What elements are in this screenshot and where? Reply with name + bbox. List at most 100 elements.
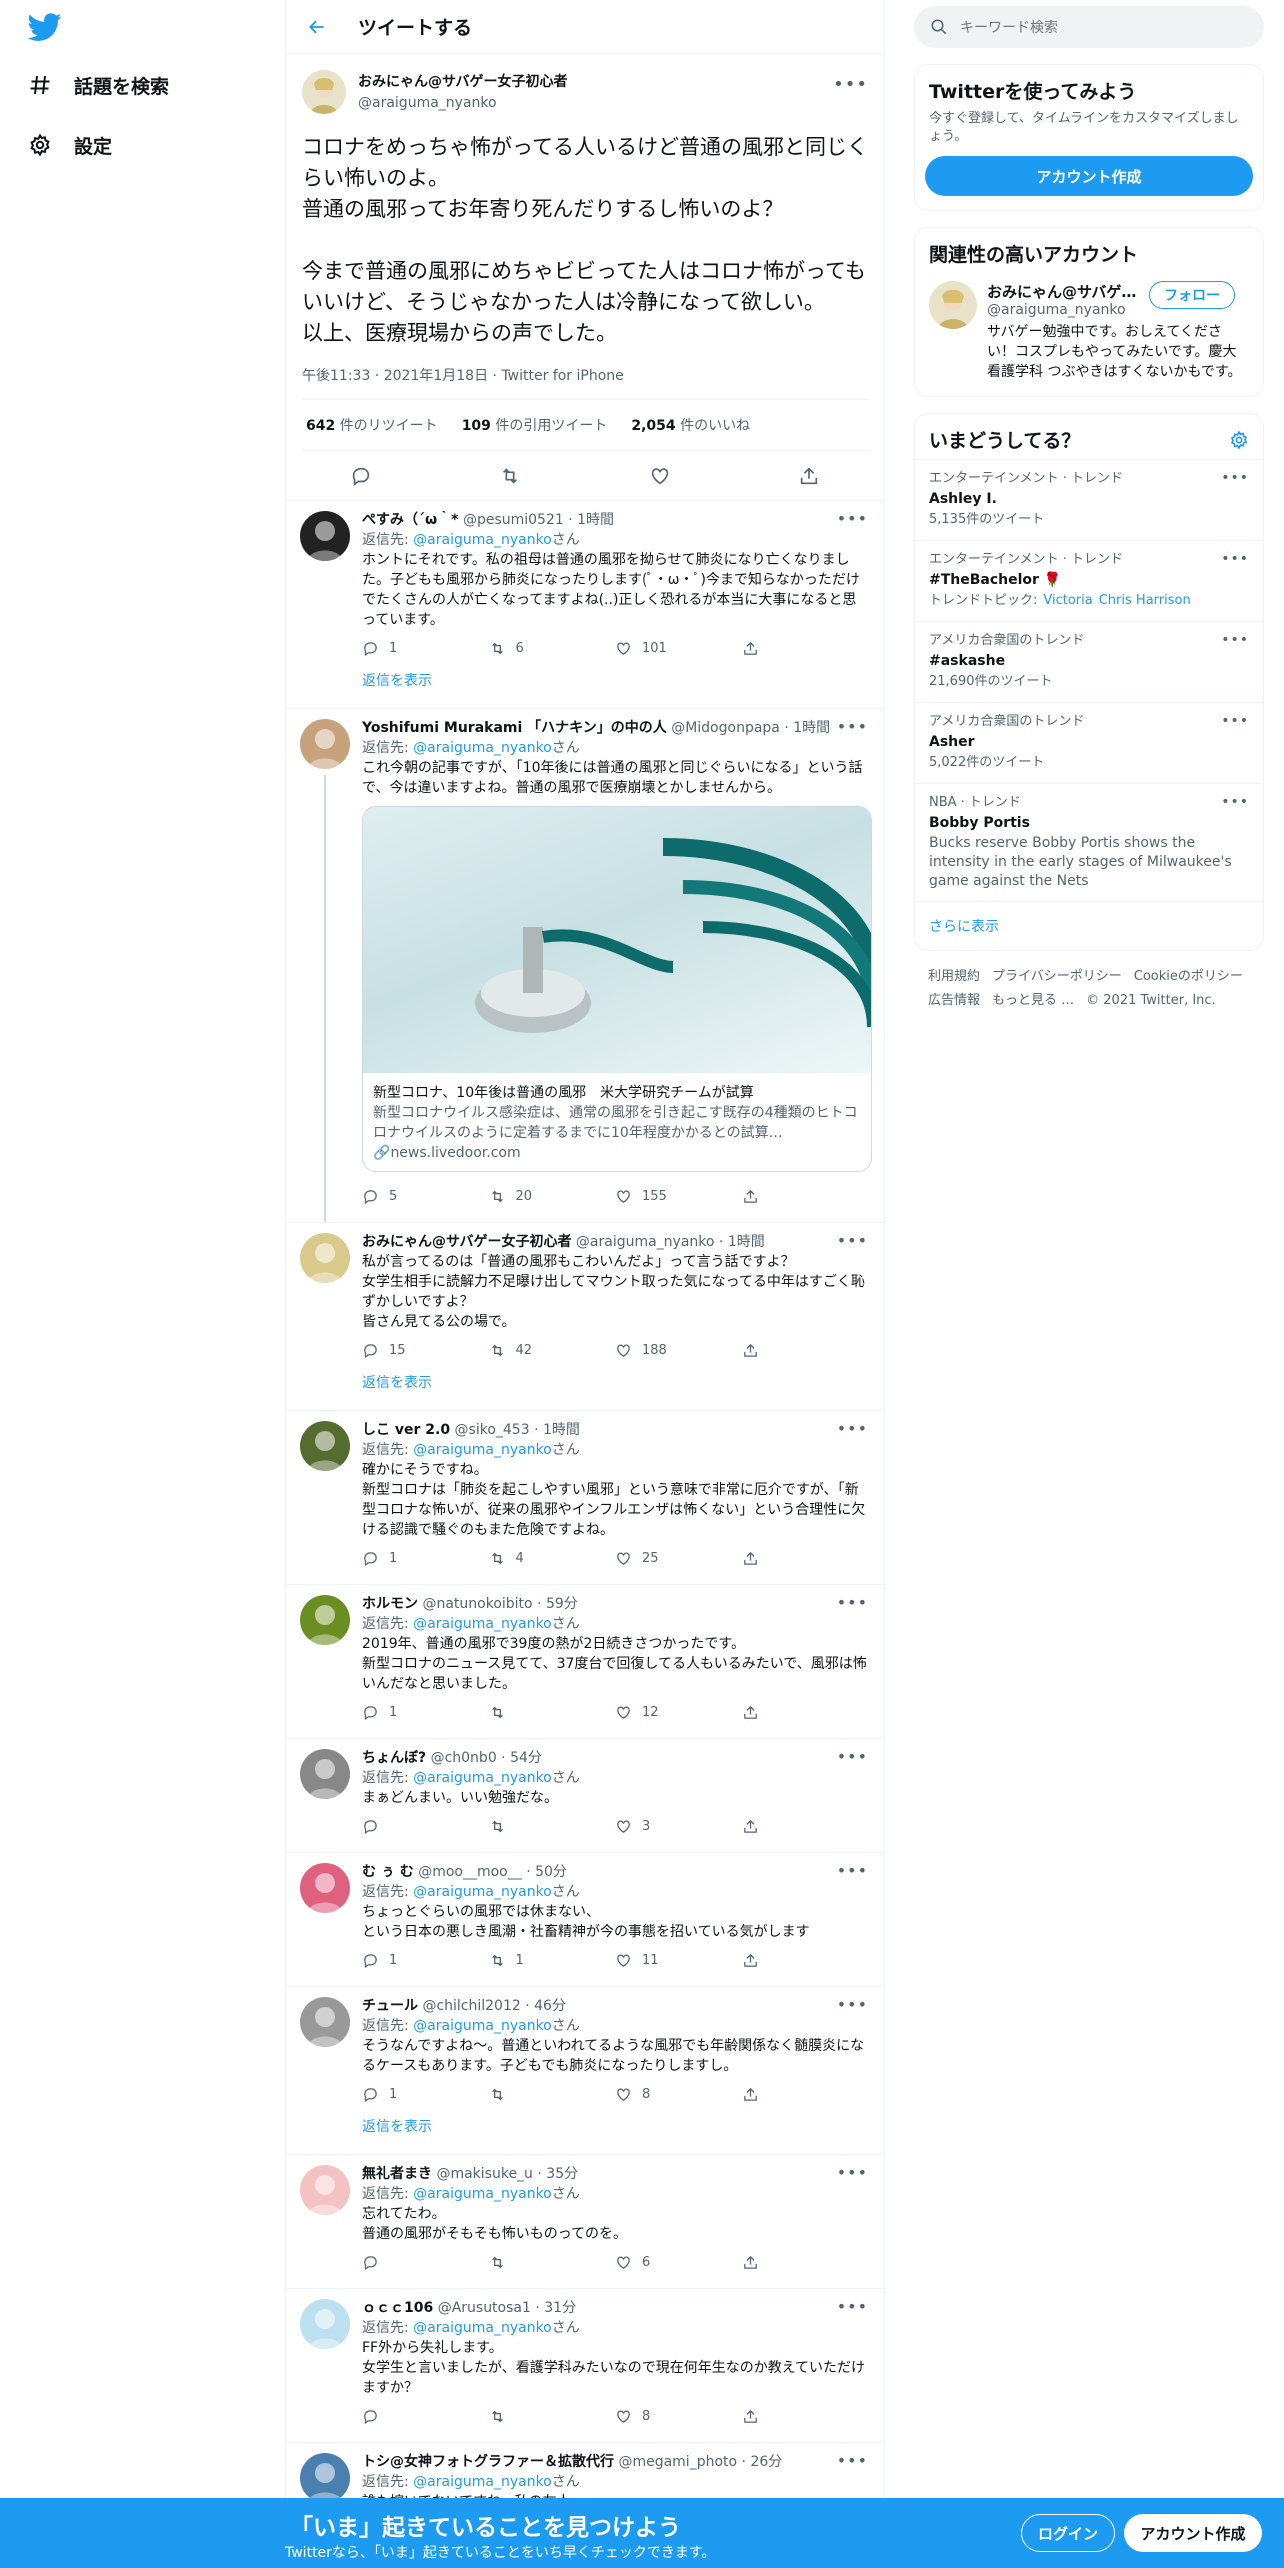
quote-stat[interactable]: 109 件の引用ツイート: [462, 415, 608, 435]
avatar[interactable]: [929, 281, 977, 329]
reply-author-handle[interactable]: @Arusutosa1: [438, 2300, 531, 2316]
avatar[interactable]: [302, 70, 346, 114]
more-icon[interactable]: •••: [837, 1747, 868, 1766]
more-icon[interactable]: •••: [833, 74, 868, 95]
reply-button[interactable]: 1: [362, 1704, 489, 1721]
reply-author-name[interactable]: トシ@女神フォトグラファー＆拡散代行: [362, 2454, 614, 2470]
reply-author-name[interactable]: ホルモン: [362, 1596, 418, 1612]
retweet-button[interactable]: [489, 2086, 616, 2103]
more-icon[interactable]: •••: [1221, 794, 1249, 810]
trend-item[interactable]: NBA · トレンド Bobby Portis Bucks reserve Bobb…: [915, 783, 1263, 901]
reply-button[interactable]: [362, 2254, 489, 2271]
more-icon[interactable]: •••: [837, 1231, 868, 1250]
reply-icon[interactable]: [350, 465, 372, 487]
reply-time[interactable]: 1時間: [728, 1234, 765, 1250]
avatar[interactable]: [300, 1997, 350, 2047]
reply-tweet[interactable]: 無礼者まき @makisuke_u · 35分 ••• 返信先: @araiguma…: [286, 2155, 884, 2289]
more-icon[interactable]: •••: [837, 1419, 868, 1438]
show-replies-link[interactable]: 返信を表示: [362, 2112, 868, 2146]
trend-item[interactable]: アメリカ合衆国のトレンド #askashe 21,690件のツイート •••: [915, 621, 1263, 702]
share-button[interactable]: [742, 2086, 869, 2103]
reply-tweet[interactable]: ちょんぼ? @ch0nb0 · 54分 ••• 返信先: @araiguma_nya…: [286, 1739, 884, 1853]
share-button[interactable]: [742, 2408, 869, 2425]
account-item[interactable]: おみにゃん@サバゲー女子初心者 @araiguma_nyanko フォロー サバ…: [915, 273, 1263, 396]
reply-author-name[interactable]: 無礼者まき: [362, 2166, 432, 2182]
reply-to-handle[interactable]: @araiguma_nyanko: [413, 1442, 552, 1458]
avatar[interactable]: [300, 1863, 350, 1913]
retweet-button[interactable]: 1: [489, 1952, 616, 1969]
reply-author-name[interactable]: ｏｃｃ106: [362, 2300, 433, 2316]
share-button[interactable]: [742, 2254, 869, 2271]
signup-button[interactable]: アカウント作成: [925, 156, 1253, 196]
reply-author-handle[interactable]: @araiguma_nyanko: [576, 1234, 715, 1250]
reply-to-handle[interactable]: @araiguma_nyanko: [413, 2474, 552, 2490]
more-icon[interactable]: •••: [837, 509, 868, 528]
reply-to-handle[interactable]: @araiguma_nyanko: [413, 2186, 552, 2202]
reply-tweet[interactable]: チュール @chilchil2012 · 46分 ••• 返信先: @araigum…: [286, 1987, 884, 2155]
share-button[interactable]: [742, 1704, 869, 1721]
reply-author-handle[interactable]: @natunokoibito: [422, 1596, 532, 1612]
footer-link[interactable]: もっと見る …: [992, 989, 1074, 1013]
retweet-button[interactable]: [489, 2254, 616, 2271]
more-icon[interactable]: •••: [837, 1861, 868, 1880]
share-button[interactable]: [742, 1342, 869, 1359]
retweet-button[interactable]: [489, 2408, 616, 2425]
footer-link[interactable]: Cookieのポリシー: [1134, 965, 1243, 989]
tweet-source[interactable]: Twitter for iPhone: [501, 368, 623, 384]
like-button[interactable]: 188: [615, 1342, 742, 1359]
author-name[interactable]: おみにゃん@サバゲー女子初心者: [358, 74, 567, 90]
reply-time[interactable]: 1時間: [793, 720, 830, 736]
share-button[interactable]: [742, 1188, 869, 1205]
follow-button[interactable]: フォロー: [1149, 281, 1235, 309]
reply-time[interactable]: 1時間: [577, 512, 614, 528]
avatar[interactable]: [300, 1595, 350, 1645]
reply-to-handle[interactable]: @araiguma_nyanko: [413, 532, 552, 548]
trend-item[interactable]: エンターテインメント · トレンド #TheBachelor 🌹 トレンドトピック:…: [915, 540, 1263, 621]
trend-item[interactable]: アメリカ合衆国のトレンド Asher 5,022件のツイート •••: [915, 702, 1263, 783]
avatar[interactable]: [300, 719, 350, 769]
more-icon[interactable]: •••: [1221, 470, 1249, 486]
tweet-time[interactable]: 午後11:33: [302, 368, 370, 384]
reply-button[interactable]: 1: [362, 640, 489, 657]
reply-button[interactable]: [362, 1818, 489, 1835]
reply-author-handle[interactable]: @siko_453: [455, 1422, 530, 1438]
nav-settings[interactable]: 設定: [28, 123, 112, 167]
reply-tweet[interactable]: ｏｃｃ106 @Arusutosa1 · 31分 ••• 返信先: @araigum…: [286, 2289, 884, 2443]
search-input[interactable]: [960, 19, 1220, 35]
retweet-icon[interactable]: [499, 465, 521, 487]
like-button[interactable]: 8: [615, 2408, 742, 2425]
banner-signup-button[interactable]: アカウント作成: [1124, 2514, 1262, 2552]
reply-button[interactable]: 1: [362, 1550, 489, 1567]
reply-to-handle[interactable]: @araiguma_nyanko: [413, 1616, 552, 1632]
share-button[interactable]: [742, 1952, 869, 1969]
reply-to-handle[interactable]: @araiguma_nyanko: [413, 1770, 552, 1786]
reply-time[interactable]: 35分: [546, 2166, 578, 2182]
login-button[interactable]: ログイン: [1021, 2514, 1115, 2552]
reply-author-name[interactable]: チュール: [362, 1998, 418, 2014]
reply-to-handle[interactable]: @araiguma_nyanko: [413, 740, 552, 756]
avatar[interactable]: [300, 1421, 350, 1471]
avatar[interactable]: [300, 1233, 350, 1283]
avatar[interactable]: [300, 2453, 350, 2503]
reply-time[interactable]: 31分: [544, 2300, 576, 2316]
avatar[interactable]: [300, 2299, 350, 2349]
trend-topic-link[interactable]: Victoria: [1043, 593, 1092, 608]
more-icon[interactable]: •••: [1221, 551, 1249, 567]
reply-button[interactable]: 1: [362, 2086, 489, 2103]
reply-tweet[interactable]: Yoshifumi Murakami 「ハナキン」の中の人 @Midogonpa…: [286, 709, 884, 1223]
reply-author-handle[interactable]: @ch0nb0: [431, 1750, 497, 1766]
share-button[interactable]: [742, 1550, 869, 1567]
retweet-stat[interactable]: 642 件のリツイート: [306, 415, 438, 435]
show-more-link[interactable]: さらに表示: [915, 901, 1263, 950]
reply-time[interactable]: 26分: [750, 2454, 782, 2470]
retweet-button[interactable]: 4: [489, 1550, 616, 1567]
like-button[interactable]: 155: [615, 1188, 742, 1205]
like-stat[interactable]: 2,054 件のいいね: [631, 415, 750, 435]
show-replies-link[interactable]: 返信を表示: [362, 666, 868, 700]
avatar[interactable]: [300, 511, 350, 561]
more-icon[interactable]: •••: [837, 2451, 868, 2470]
reply-tweet[interactable]: ぺすみ（´ω｀* @pesumi0521 · 1時間 ••• 返信先: @araig…: [286, 501, 884, 709]
reply-to-handle[interactable]: @araiguma_nyanko: [413, 1884, 552, 1900]
reply-tweet[interactable]: おみにゃん@サバゲー女子初心者 @araiguma_nyanko · 1時間 ••…: [286, 1223, 884, 1411]
like-icon[interactable]: [649, 465, 671, 487]
